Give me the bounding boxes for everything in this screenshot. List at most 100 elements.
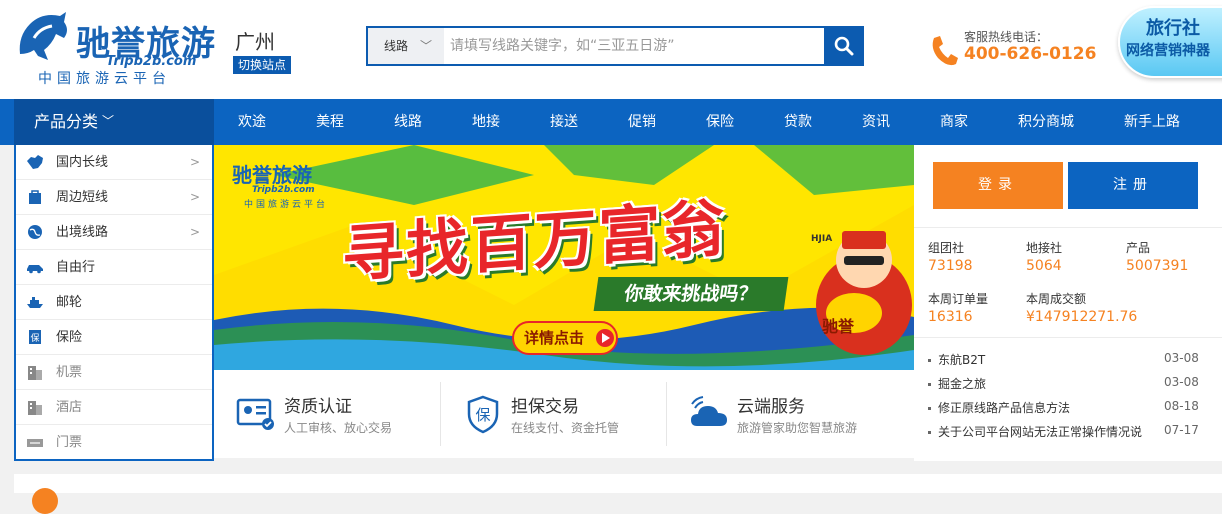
banner-logo-slogan: 中国旅游云平台 <box>244 200 329 210</box>
sidebar-item-label: 国内长线 <box>56 155 109 170</box>
stat-label: 地接社 <box>1026 241 1063 255</box>
feature-title: 资质认证 <box>284 397 352 417</box>
chevron-right-icon: > <box>190 155 201 169</box>
search-category-select[interactable]: 线路 ﹀ <box>368 28 444 64</box>
shield-icon: 保 <box>467 395 499 434</box>
svg-text:保: 保 <box>475 406 490 424</box>
promo-line1: 旅行社 <box>1146 18 1200 39</box>
cloud-icon <box>691 396 727 426</box>
nav-item-huantu[interactable]: 欢途 <box>238 99 266 145</box>
search-button[interactable] <box>824 28 864 64</box>
bullet-icon <box>928 407 931 410</box>
news-item[interactable]: 修正原线路产品信息方法 08-18 <box>926 399 1216 419</box>
sidebar-item-label: 自由行 <box>56 260 96 275</box>
news-item[interactable]: 掘金之旅 03-08 <box>926 375 1216 395</box>
site-logo[interactable]: 驰誉旅游 Tripb2b.com 中国旅游云平台 <box>14 10 215 90</box>
news-item[interactable]: 东航B2T 03-08 <box>926 351 1216 371</box>
banner-character-tag: HJIA <box>811 234 833 244</box>
bag-icon <box>29 190 41 204</box>
globe-icon <box>28 225 42 239</box>
stat-value: 73198 <box>928 258 973 274</box>
sidebar-item-domestic[interactable]: 国内长线 > <box>16 145 212 180</box>
news-item[interactable]: 关于公司平台网站无法正常操作情况说 07-17 <box>926 423 1216 443</box>
feature-title: 云端服务 <box>737 397 805 417</box>
sidebar-item-flights[interactable]: 机票 <box>16 355 212 390</box>
building-icon <box>28 366 42 380</box>
news-date: 07-17 <box>1164 423 1199 437</box>
sidebar-item-insurance[interactable]: 保 保险 <box>16 320 212 355</box>
nav-item-news[interactable]: 资讯 <box>862 99 890 145</box>
stat-label: 产品 <box>1126 241 1151 255</box>
nav-item-points-mall[interactable]: 积分商城 <box>1018 99 1074 145</box>
stat-value: ¥147912271.76 <box>1026 309 1138 325</box>
nav-item-merchants[interactable]: 商家 <box>940 99 968 145</box>
product-category-label: 产品分类 <box>34 112 99 131</box>
banner-seal-text: 驰誉 <box>822 317 855 336</box>
sidebar-item-free-travel[interactable]: 自由行 <box>16 250 212 285</box>
banner-logo-domain: Tripb2b.com <box>252 185 315 195</box>
section-icon <box>32 488 58 514</box>
banner-logo-title: 驰誉旅游 <box>232 163 312 187</box>
search-bar: 线路 ﹀ <box>366 26 864 66</box>
stat-value: 16316 <box>928 309 973 325</box>
ship-icon <box>27 297 43 308</box>
current-city: 广州 <box>235 30 275 54</box>
nav-item-routes[interactable]: 线路 <box>394 99 422 145</box>
horse-logo-icon <box>19 12 67 60</box>
promo-line2: 网络营销神器 <box>1126 43 1210 59</box>
search-input[interactable] <box>444 28 824 64</box>
features-strip: 资质认证 人工审核、放心交易 保 担保交易 在线支付、资金托管 云端服务 旅游管… <box>214 370 914 458</box>
banner-detail-button[interactable]: 详情点击 <box>512 321 618 355</box>
play-icon <box>596 329 614 347</box>
nav-item-insurance[interactable]: 保险 <box>706 99 734 145</box>
register-button[interactable]: 注册 <box>1068 162 1198 209</box>
chevron-right-icon: > <box>190 190 201 204</box>
sidebar-item-tickets[interactable]: 门票 <box>16 425 212 460</box>
stat-label: 组团社 <box>928 241 965 255</box>
logo-domain: Tripb2b.com <box>106 54 197 69</box>
chevron-down-icon: ﹀ <box>420 39 433 53</box>
sidebar-item-cruise[interactable]: 邮轮 <box>16 285 212 320</box>
nav-item-beginner[interactable]: 新手上路 <box>1124 99 1180 145</box>
nav-item-loan[interactable]: 贷款 <box>784 99 812 145</box>
sidebar-item-short-trips[interactable]: 周边短线 > <box>16 180 212 215</box>
stat-value: 5007391 <box>1126 258 1189 274</box>
news-date: 03-08 <box>1164 351 1199 365</box>
site-header: 驰誉旅游 Tripb2b.com 中国旅游云平台 广州 切换站点 线路 ﹀ 客服… <box>0 0 1222 99</box>
product-category-menu[interactable]: 产品分类 ﹀ <box>14 99 214 145</box>
china-map-icon <box>27 155 43 169</box>
feature-guarantee: 保 担保交易 在线支付、资金托管 <box>441 370 667 458</box>
promo-banner[interactable]: 驰誉旅游 Tripb2b.com 中国旅游云平台 寻找百万富翁 你敢来挑战吗？ … <box>214 145 914 370</box>
news-title: 掘金之旅 <box>938 377 987 391</box>
divider <box>914 227 1222 228</box>
login-button[interactable]: 登录 <box>933 162 1063 209</box>
switch-site-button[interactable]: 切换站点 <box>233 56 291 74</box>
nav-item-ground[interactable]: 地接 <box>472 99 500 145</box>
stat-value: 5064 <box>1026 258 1062 274</box>
sidebar-item-label: 出境线路 <box>56 225 109 240</box>
nav-item-meicheng[interactable]: 美程 <box>316 99 344 145</box>
ticket-icon <box>27 439 43 447</box>
stat-label: 本周订单量 <box>928 292 989 306</box>
nav-item-transfer[interactable]: 接送 <box>550 99 578 145</box>
news-date: 03-08 <box>1164 375 1199 389</box>
sidebar-item-label: 邮轮 <box>56 295 83 310</box>
sidebar-item-label: 机票 <box>56 365 83 380</box>
account-panel: 登录 注册 组团社 73198 地接社 5064 产品 5007391 本周订单… <box>914 145 1222 461</box>
banner-subtitle: 你敢来挑战吗？ <box>593 277 789 311</box>
news-date: 08-18 <box>1164 399 1199 413</box>
news-title: 修正原线路产品信息方法 <box>938 401 1071 415</box>
feature-certification: 资质认证 人工审核、放心交易 <box>214 370 440 458</box>
sidebar-item-label: 酒店 <box>56 400 83 415</box>
banner-detail-label: 详情点击 <box>524 329 585 347</box>
bullet-icon <box>928 383 931 386</box>
bullet-icon <box>928 359 931 362</box>
next-section-strip <box>14 474 1222 514</box>
sidebar-item-outbound[interactable]: 出境线路 > <box>16 215 212 250</box>
nav-item-promotion[interactable]: 促销 <box>628 99 656 145</box>
sidebar-item-hotels[interactable]: 酒店 <box>16 390 212 425</box>
search-category-label: 线路 <box>384 39 409 53</box>
promo-badge[interactable]: 旅行社 网络营销神器 <box>1118 6 1222 78</box>
main-nav: 产品分类 ﹀ 欢途 美程 线路 地接 接送 促销 保险 贷款 资讯 商家 积分商城… <box>0 99 1222 145</box>
hotline-number: 400-626-0126 <box>964 44 1097 64</box>
